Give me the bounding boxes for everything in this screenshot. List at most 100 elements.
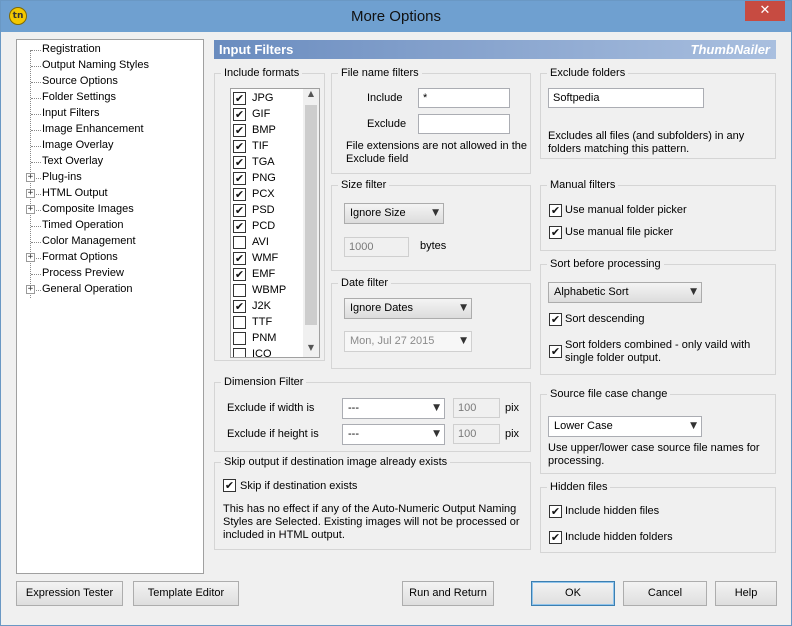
tree-item[interactable]: Image Overlay [17, 138, 203, 154]
tree-item[interactable]: Output Naming Styles [17, 58, 203, 74]
tree-item[interactable]: Text Overlay [17, 154, 203, 170]
skip-destination-checkbox[interactable]: ✔ [223, 479, 236, 492]
check-icon: ✔ [550, 345, 561, 358]
sort-descending-label: Sort descending [565, 313, 645, 325]
expand-icon[interactable]: + [26, 173, 35, 182]
format-item[interactable]: ✔ J2K [233, 299, 303, 315]
tree-item[interactable]: + HTML Output [17, 186, 203, 202]
format-checkbox[interactable] [233, 236, 246, 249]
tree-item[interactable]: + Format Options [17, 250, 203, 266]
run-and-return-button[interactable]: Run and Return [402, 581, 494, 606]
format-checkbox[interactable] [233, 316, 246, 329]
width-operator-select[interactable]: --- ▼ [342, 398, 445, 419]
sort-combined-checkbox[interactable]: ✔ [549, 345, 562, 358]
options-tree[interactable]: Registration Output Naming Styles Source O… [16, 39, 204, 574]
tree-item[interactable]: Image Enhancement [17, 122, 203, 138]
tree-item[interactable]: + General Operation [17, 282, 203, 298]
check-icon: ✔ [224, 479, 235, 492]
tree-item[interactable]: Input Filters [17, 106, 203, 122]
format-item[interactable]: ✔ EMF [233, 267, 303, 283]
skip-output-note: This has no effect if any of the Auto-Nu… [223, 503, 520, 541]
tree-item[interactable]: + Plug-ins [17, 170, 203, 186]
exclude-input[interactable] [418, 114, 510, 134]
format-item[interactable]: PNM [233, 331, 303, 347]
manual-filters-group: Manual filters ✔ Use manual folder picke… [540, 179, 776, 251]
date-picker[interactable]: Mon, Jul 27 2015 ▼ [344, 331, 472, 352]
format-checkbox[interactable] [233, 332, 246, 345]
scroll-up-icon[interactable]: ▲ [303, 89, 319, 103]
format-checkbox[interactable]: ✔ [233, 252, 246, 265]
formats-list[interactable]: ICO PNM TTF ✔ J2K WBMP ✔ EMF ✔ WMF AVI ✔ PCD ✔ PSD ✔ PCX… [230, 88, 320, 358]
width-value-input[interactable]: 100 [453, 398, 500, 418]
tree-item[interactable]: Timed Operation [17, 218, 203, 234]
tree-item[interactable]: Folder Settings [17, 90, 203, 106]
sort-descending-checkbox[interactable]: ✔ [549, 313, 562, 326]
format-checkbox[interactable]: ✔ [233, 204, 246, 217]
height-operator-select[interactable]: --- ▼ [342, 424, 445, 445]
expand-icon[interactable]: + [26, 285, 35, 294]
date-filter-select[interactable]: Ignore Dates ▼ [344, 298, 472, 319]
format-item[interactable]: ✔ GIF [233, 107, 303, 123]
help-button[interactable]: Help [715, 581, 777, 606]
scroll-thumb[interactable] [305, 105, 317, 325]
format-checkbox[interactable]: ✔ [233, 300, 246, 313]
exclude-folders-input[interactable]: Softpedia [548, 88, 704, 108]
format-checkbox[interactable]: ✔ [233, 268, 246, 281]
format-checkbox[interactable]: ✔ [233, 124, 246, 137]
scroll-down-icon[interactable]: ▼ [303, 343, 319, 357]
date-filter-group: Date filter Ignore Dates ▼ Mon, Jul 27 2… [331, 277, 531, 369]
size-filter-group: Size filter Ignore Size ▼ 1000 bytes [331, 179, 531, 271]
format-item[interactable]: ✔ PCX [233, 187, 303, 203]
case-change-select[interactable]: Lower Case ▼ [548, 416, 702, 437]
expression-tester-button[interactable]: Expression Tester [16, 581, 123, 606]
tree-connector [31, 98, 41, 99]
format-checkbox[interactable]: ✔ [233, 92, 246, 105]
format-item[interactable]: ✔ WMF [233, 251, 303, 267]
tree-item[interactable]: Process Preview [17, 266, 203, 282]
format-checkbox[interactable] [233, 284, 246, 297]
cancel-button[interactable]: Cancel [623, 581, 707, 606]
format-checkbox[interactable]: ✔ [233, 156, 246, 169]
format-item[interactable]: ✔ BMP [233, 123, 303, 139]
file-name-filters-title: File name filters [338, 67, 422, 79]
manual-folder-picker-checkbox[interactable]: ✔ [549, 204, 562, 217]
tree-item[interactable]: Source Options [17, 74, 203, 90]
format-item[interactable]: ✔ TIF [233, 139, 303, 155]
format-item[interactable]: ✔ PSD [233, 203, 303, 219]
format-checkbox[interactable]: ✔ [233, 108, 246, 121]
size-filter-select[interactable]: Ignore Size ▼ [344, 203, 444, 224]
tree-item[interactable]: Color Management [17, 234, 203, 250]
tree-item[interactable]: + Composite Images [17, 202, 203, 218]
manual-file-picker-checkbox[interactable]: ✔ [549, 226, 562, 239]
expand-icon[interactable]: + [26, 205, 35, 214]
format-item[interactable]: ✔ JPG [233, 91, 303, 107]
sort-mode-select[interactable]: Alphabetic Sort ▼ [548, 282, 702, 303]
check-icon: ✔ [234, 252, 245, 265]
ok-button[interactable]: OK [531, 581, 615, 606]
include-input[interactable]: * [418, 88, 510, 108]
format-item[interactable]: ✔ PNG [233, 171, 303, 187]
close-button[interactable]: ✕ [745, 1, 785, 21]
expand-icon[interactable]: + [26, 253, 35, 262]
height-value-input[interactable]: 100 [453, 424, 500, 444]
format-item[interactable]: WBMP [233, 283, 303, 299]
hidden-folders-checkbox[interactable]: ✔ [549, 531, 562, 544]
size-value-input[interactable]: 1000 [344, 237, 409, 257]
expand-icon[interactable]: + [26, 189, 35, 198]
format-checkbox[interactable] [233, 348, 246, 357]
format-checkbox[interactable]: ✔ [233, 140, 246, 153]
format-checkbox[interactable]: ✔ [233, 172, 246, 185]
format-checkbox[interactable]: ✔ [233, 220, 246, 233]
format-item[interactable]: ✔ TGA [233, 155, 303, 171]
tree-item[interactable]: Registration [17, 42, 203, 58]
template-editor-button[interactable]: Template Editor [133, 581, 239, 606]
format-checkbox[interactable]: ✔ [233, 188, 246, 201]
format-item[interactable]: ICO [233, 347, 303, 357]
format-item[interactable]: AVI [233, 235, 303, 251]
format-item[interactable]: ✔ PCD [233, 219, 303, 235]
format-label: PNG [252, 172, 276, 184]
hidden-files-checkbox[interactable]: ✔ [549, 505, 562, 518]
formats-scrollbar[interactable]: ▲ ▼ [303, 89, 319, 357]
title-bar[interactable]: tn More Options ✕ [1, 1, 791, 32]
format-item[interactable]: TTF [233, 315, 303, 331]
